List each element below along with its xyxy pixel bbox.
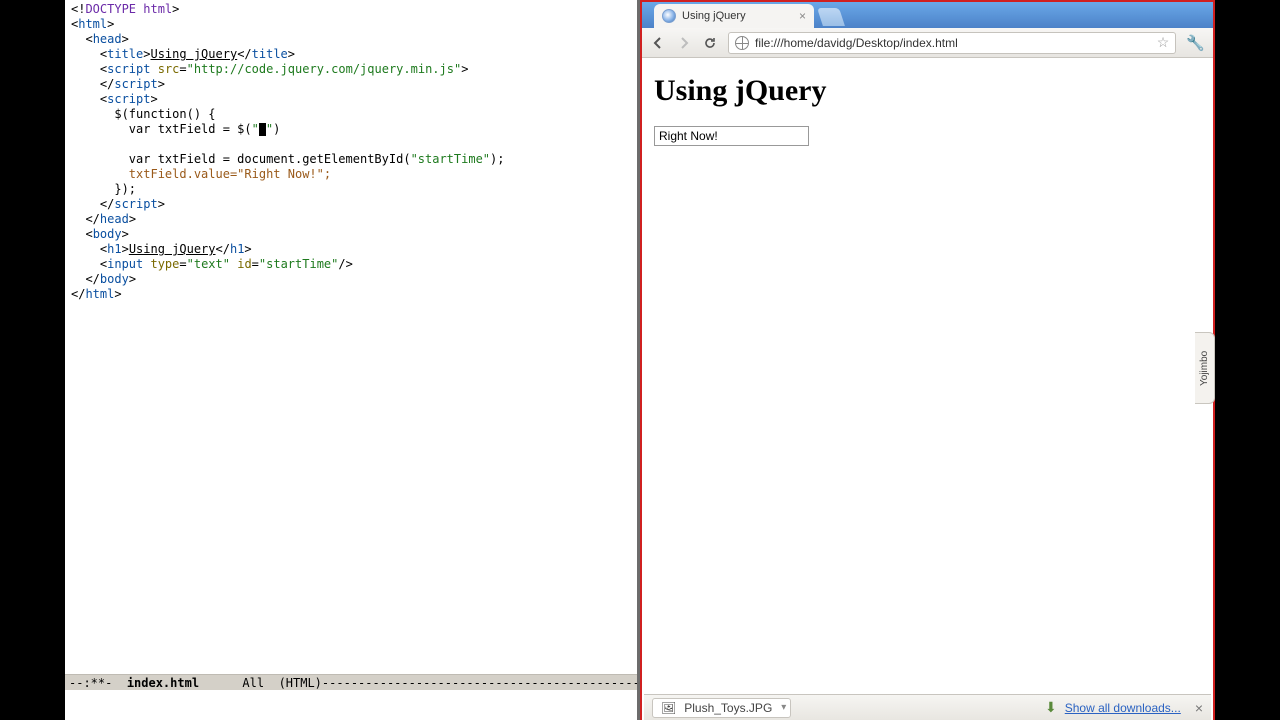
browser-toolbar: file:///home/davidg/Desktop/index.html ☆… xyxy=(642,28,1213,58)
close-downloads-bar-icon[interactable]: × xyxy=(1195,700,1203,716)
tab-title: Using jQuery xyxy=(682,10,746,22)
browser-tab[interactable]: Using jQuery × xyxy=(654,4,814,28)
chevron-down-icon[interactable]: ▾ xyxy=(781,702,786,713)
yojimbo-sidetab[interactable]: Yojimbo xyxy=(1195,332,1215,404)
bookmark-star-icon[interactable]: ☆ xyxy=(1157,34,1170,51)
globe-icon xyxy=(735,36,749,50)
arrow-right-icon xyxy=(677,36,691,50)
address-bar[interactable]: file:///home/davidg/Desktop/index.html ☆ xyxy=(728,32,1176,54)
browser-window: Using jQuery × file:///home/davidg/Deskt… xyxy=(640,0,1215,720)
url-text: file:///home/davidg/Desktop/index.html xyxy=(755,36,958,50)
new-tab-button[interactable] xyxy=(817,8,845,26)
back-button[interactable] xyxy=(650,35,666,51)
download-arrow-icon: ⬇ xyxy=(1045,699,1057,716)
settings-wrench-icon[interactable]: 🔧 xyxy=(1186,34,1205,52)
forward-button[interactable] xyxy=(676,35,692,51)
page-heading: Using jQuery xyxy=(654,74,1201,108)
text-cursor xyxy=(259,123,266,136)
download-filename: Plush_Toys.JPG xyxy=(684,701,772,715)
code-content: <!DOCTYPE html> <html> <head> <title>Usi… xyxy=(65,0,637,302)
tab-close-icon[interactable]: × xyxy=(799,9,806,23)
browser-tabstrip: Using jQuery × xyxy=(642,2,1213,28)
download-item[interactable]: 🖼 Plush_Toys.JPG ▾ xyxy=(652,698,791,718)
browser-viewport: Using jQuery xyxy=(644,58,1211,694)
show-all-downloads-link[interactable]: Show all downloads... xyxy=(1065,701,1181,715)
tab-favicon-icon xyxy=(662,9,676,23)
reload-icon xyxy=(703,36,717,50)
editor-modeline: --:**- index.html All (HTML)------------… xyxy=(65,674,637,690)
file-icon: 🖼 xyxy=(661,701,676,715)
arrow-left-icon xyxy=(651,36,665,50)
start-time-input[interactable] xyxy=(654,126,809,146)
reload-button[interactable] xyxy=(702,35,718,51)
code-editor-pane[interactable]: <!DOCTYPE html> <html> <head> <title>Usi… xyxy=(65,0,637,720)
downloads-bar: 🖼 Plush_Toys.JPG ▾ ⬇ Show all downloads.… xyxy=(644,694,1211,720)
editor-minibuffer[interactable] xyxy=(65,690,637,720)
